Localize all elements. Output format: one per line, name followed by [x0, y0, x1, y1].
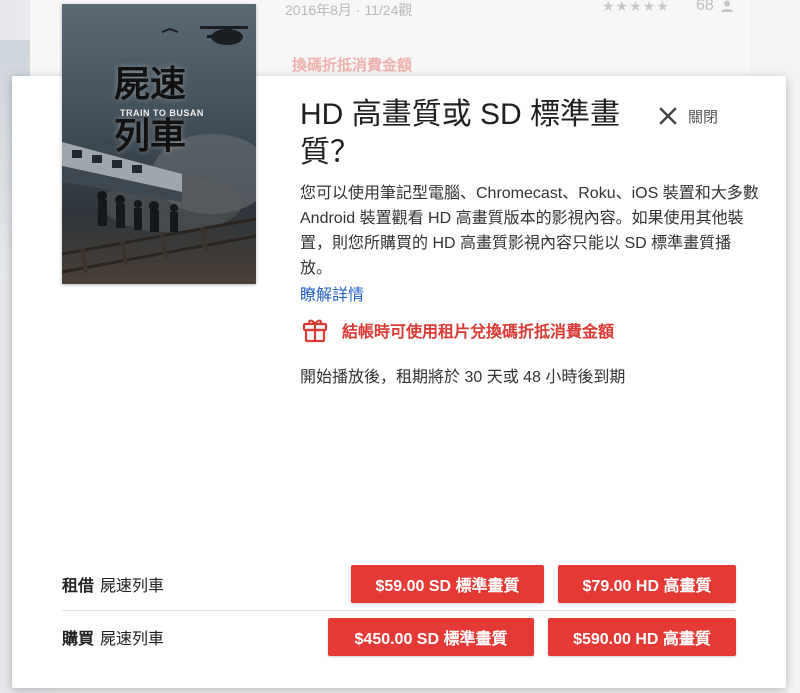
close-icon — [659, 107, 677, 125]
rent-label: 租借 屍速列車 — [62, 572, 337, 596]
dialog-description: 您可以使用筆記型電腦、Chromecast、Roku、iOS 裝置和大多數 An… — [300, 185, 759, 277]
learn-more-link[interactable]: 瞭解詳情 — [300, 281, 364, 305]
rent-sd-button[interactable]: $59.00 SD 標準畫質 — [351, 565, 544, 603]
close-label: 關閉 — [688, 108, 719, 126]
dialog-title: HD 高畫質或 SD 標準畫質？ — [300, 98, 621, 169]
poster-subtitle: TRAIN TO BUSAN — [120, 108, 204, 118]
gift-icon — [302, 319, 328, 343]
background-rating-count: 68 — [696, 0, 714, 14]
rent-action-label: 租借 — [62, 578, 95, 595]
buy-action-label: 購買 — [62, 630, 95, 648]
buy-hd-button[interactable]: $590.00 HD 高畫質 — [548, 617, 736, 656]
rent-row: 租借 屍速列車 $59.00 SD 標準畫質 $79.00 HD 高畫質 — [62, 558, 736, 610]
promo-notice: 結帳時可使用租片兌換碼折抵消費金額 — [302, 317, 614, 343]
close-button[interactable]: 關閉 — [658, 104, 718, 128]
person-icon — [721, 0, 733, 12]
background-date: 2016年8月 · 11/24觀 — [285, 2, 413, 18]
buy-row: 購買 屍速列車 $450.00 SD 標準畫質 $590.00 HD 高畫質 — [62, 610, 736, 662]
background-star-rating: ★★★★★ — [602, 0, 670, 14]
background-promo-text: 換碼折抵消費金額 — [292, 57, 413, 74]
buy-label: 購買 屍速列車 — [62, 625, 314, 649]
buy-sd-button[interactable]: $450.00 SD 標準畫質 — [328, 617, 534, 656]
promo-text: 結帳時可使用租片兌換碼折抵消費金額 — [342, 324, 615, 341]
buy-movie-title: 屍速列車 — [100, 630, 165, 648]
rental-period-note: 開始播放後，租期將於 30 天或 48 小時後到期 — [300, 369, 626, 386]
rent-movie-title: 屍速列車 — [100, 578, 165, 595]
movie-poster: 屍速 列車 TRAIN TO BUSAN — [62, 4, 256, 284]
rent-hd-button[interactable]: $79.00 HD 高畫質 — [558, 565, 736, 603]
